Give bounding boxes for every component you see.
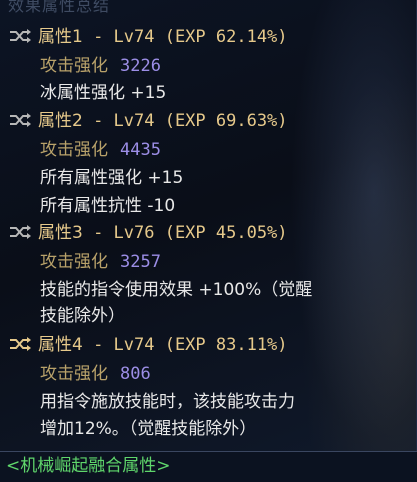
attribute-4-stat: 攻击强化 806 [40, 363, 151, 385]
shuffle-icon [10, 113, 31, 127]
background-artwork [276, 0, 416, 481]
attribute-3-effect-2: 技能除外） [40, 306, 125, 326]
attribute-2-effect-1: 所有属性强化 +15 [40, 168, 184, 188]
stat-value: 4435 [120, 140, 161, 160]
attribute-4-effect-1: 用指令施放技能时，该技能攻击力 [40, 392, 295, 412]
attribute-3-stat: 攻击强化 3257 [40, 251, 161, 273]
attribute-2-stat: 攻击强化 4435 [40, 139, 161, 161]
attribute-level-exp: - Lv76 (EXP 45.05%) [82, 223, 288, 243]
attribute-2-effect-2: 所有属性抗性 -10 [40, 196, 176, 216]
attribute-1-header: 属性1 - Lv74 (EXP 62.14%) [8, 26, 288, 48]
shuffle-icon [10, 29, 31, 43]
attribute-level-exp: - Lv74 (EXP 62.14%) [82, 27, 288, 47]
attribute-1-effect-1: 冰属性强化 +15 [40, 83, 167, 103]
stat-value: 806 [120, 364, 151, 384]
shuffle-icon [10, 337, 31, 351]
tooltip-footer: <机械崛起融合属性> [0, 451, 417, 482]
stat-value: 3257 [120, 252, 161, 272]
attribute-4-effect-2: 增加12%。（觉醒技能除外） [40, 419, 257, 439]
attribute-2-header: 属性2 - Lv74 (EXP 69.63%) [8, 110, 288, 132]
attribute-level-exp: - Lv74 (EXP 69.63%) [82, 111, 288, 131]
tooltip-title-cut: 效果属性总结 [8, 0, 111, 15]
attribute-title: 属性2 [38, 111, 83, 131]
stat-value: 3226 [120, 56, 161, 76]
attribute-4-header: 属性4 - Lv74 (EXP 83.11%) [8, 334, 288, 356]
stat-name: 攻击强化 [40, 252, 108, 272]
attribute-3-effect-1: 技能的指令使用效果 +100%（觉醒 [40, 280, 313, 300]
attribute-3-header: 属性3 - Lv76 (EXP 45.05%) [8, 222, 288, 244]
stat-name: 攻击强化 [40, 56, 108, 76]
attribute-title: 属性1 [38, 27, 83, 47]
fusion-attribute-label: <机械崛起融合属性> [6, 456, 171, 476]
shuffle-icon [10, 225, 31, 239]
attribute-1-stat: 攻击强化 3226 [40, 55, 161, 77]
stat-name: 攻击强化 [40, 364, 108, 384]
attribute-level-exp: - Lv74 (EXP 83.11%) [82, 335, 288, 355]
item-tooltip: 效果属性总结 属性1 - Lv74 (EXP 62.14%) 攻击强化 3226 … [0, 0, 417, 482]
stat-name: 攻击强化 [40, 140, 108, 160]
attribute-title: 属性4 [38, 335, 83, 355]
attribute-title: 属性3 [38, 223, 83, 243]
